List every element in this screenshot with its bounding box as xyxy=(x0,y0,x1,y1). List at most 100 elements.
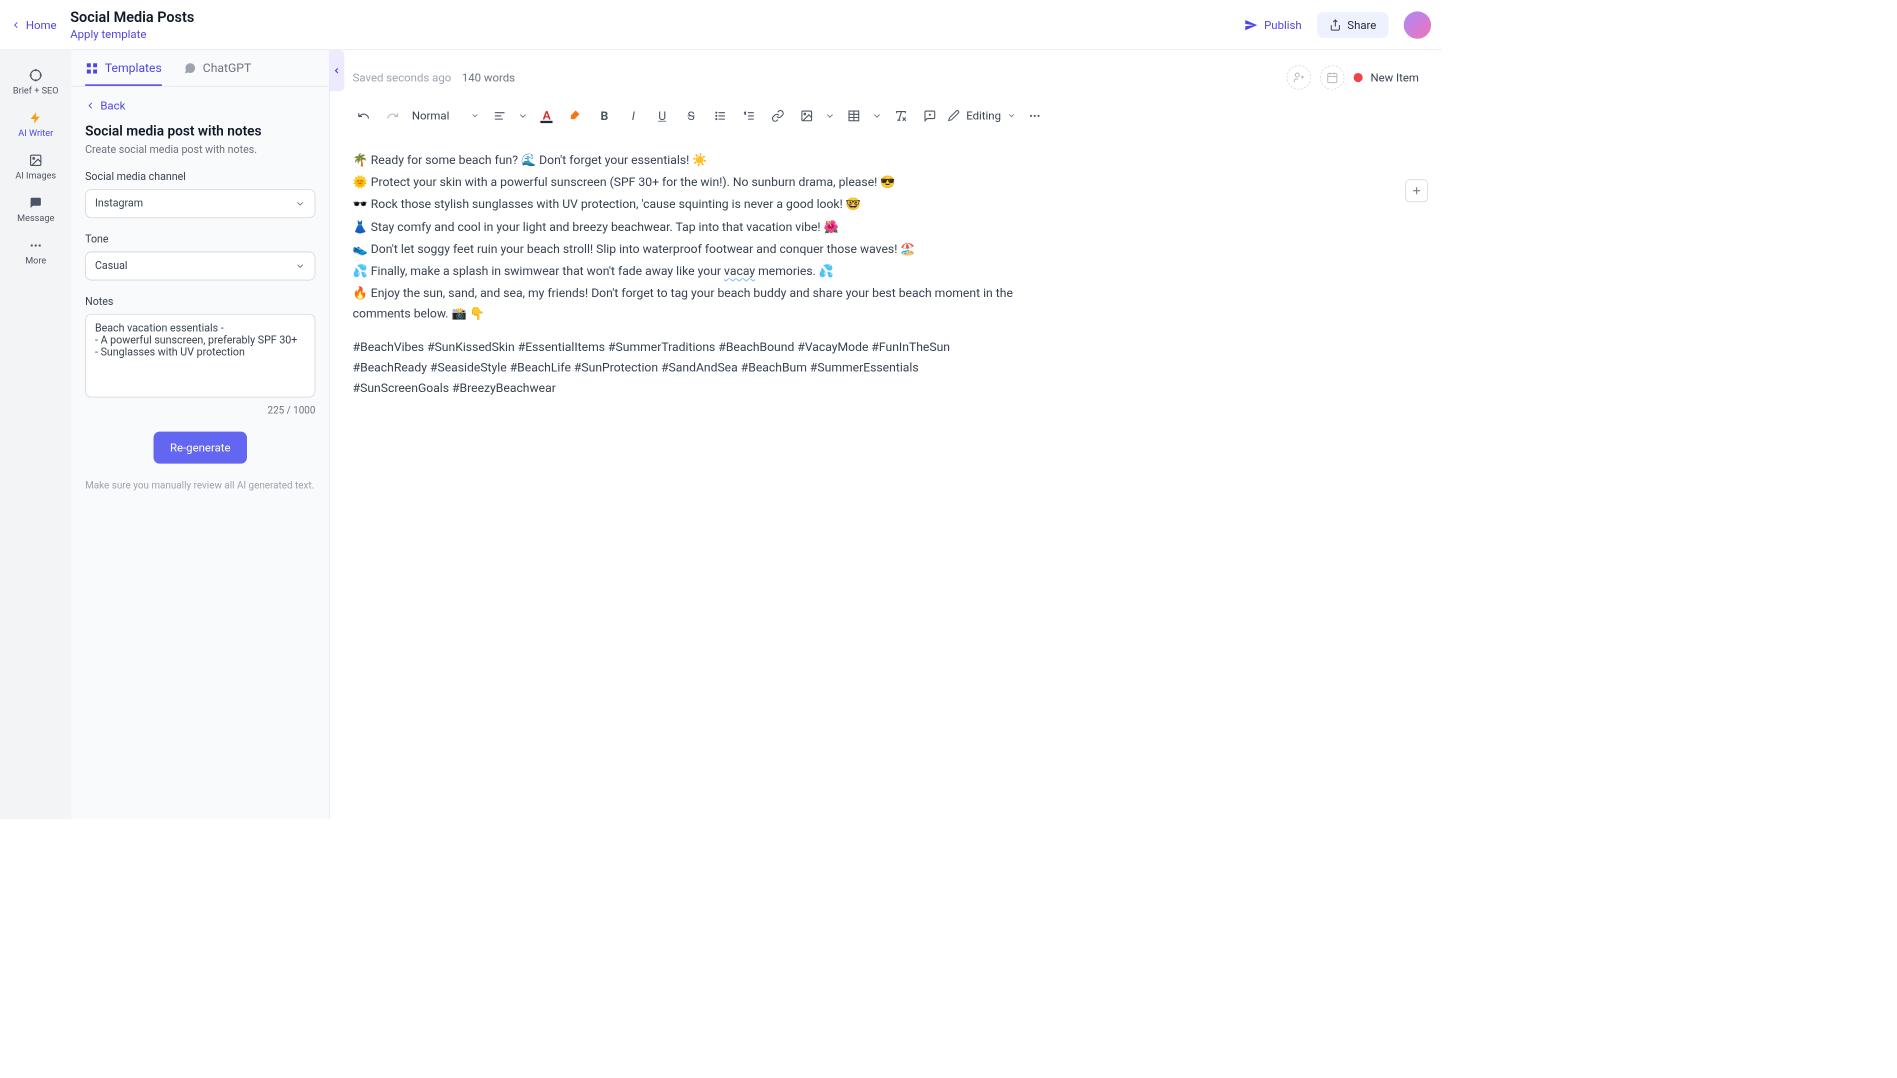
doc-line: 🕶️ Rock those stylish sunglasses with UV… xyxy=(353,194,1014,215)
clear-format-button[interactable] xyxy=(890,105,911,126)
undo-button[interactable] xyxy=(353,105,374,126)
rail-more[interactable]: More xyxy=(5,231,66,274)
tab-chatgpt[interactable]: ChatGPT xyxy=(183,61,251,86)
channel-select[interactable]: Instagram xyxy=(85,189,315,218)
comment-icon xyxy=(923,109,936,122)
share-button[interactable]: Share xyxy=(1317,12,1389,38)
image-icon xyxy=(800,109,813,122)
doc-line: 👟 Don't let soggy feet ruin your beach s… xyxy=(353,238,1014,259)
spellcheck-word[interactable]: vacay xyxy=(724,264,755,278)
redo-button[interactable] xyxy=(382,105,403,126)
notes-textarea[interactable] xyxy=(85,314,315,398)
bullet-list-icon xyxy=(713,109,726,122)
doc-line: 💦 Finally, make a splash in swimwear tha… xyxy=(353,261,1014,282)
chevron-down-icon xyxy=(471,111,480,120)
rail-label: Brief + SEO xyxy=(13,85,59,96)
share-icon xyxy=(1329,19,1341,31)
pencil-icon xyxy=(948,109,960,121)
publish-button[interactable]: Publish xyxy=(1244,18,1301,32)
panel-title: Social media post with notes xyxy=(85,123,315,139)
undo-icon xyxy=(357,109,370,122)
comment-button[interactable] xyxy=(919,105,940,126)
avatar[interactable] xyxy=(1404,11,1431,38)
rail-message[interactable]: Message xyxy=(5,188,66,231)
side-panel: Templates ChatGPT Back Social media post… xyxy=(71,50,329,819)
more-icon xyxy=(29,239,43,253)
home-label: Home xyxy=(26,18,57,32)
italic-icon: I xyxy=(632,108,635,122)
user-plus-icon xyxy=(1293,71,1305,83)
publish-label: Publish xyxy=(1264,18,1302,32)
bullet-list-button[interactable] xyxy=(709,105,730,126)
saved-text: Saved seconds ago xyxy=(353,71,452,85)
panel-desc: Create social media post with notes. xyxy=(85,144,315,156)
highlight-button[interactable] xyxy=(565,105,586,126)
apply-template-link[interactable]: Apply template xyxy=(70,27,194,41)
document-body[interactable]: 🌴 Ready for some beach fun? 🌊 Don't forg… xyxy=(330,135,1044,415)
link-icon xyxy=(771,109,784,122)
rail-brief-seo[interactable]: Brief + SEO xyxy=(5,61,66,104)
font-color-bar xyxy=(541,121,553,123)
topbar: Home Social Media Posts Apply template P… xyxy=(0,0,1442,50)
tab-label: Templates xyxy=(105,61,162,75)
numbered-list-button[interactable]: 1 xyxy=(738,105,759,126)
align-button[interactable] xyxy=(489,105,510,126)
numbered-list-icon: 1 xyxy=(742,109,755,122)
chevron-down-icon xyxy=(1007,111,1016,120)
add-people-ghost-button[interactable] xyxy=(1287,65,1311,89)
calendar-ghost-button[interactable] xyxy=(1320,65,1344,89)
editor-meta: Saved seconds ago 140 words New Item xyxy=(330,50,1442,97)
chatgpt-icon xyxy=(183,61,197,75)
chevron-down-icon xyxy=(872,109,883,122)
italic-button[interactable]: I xyxy=(623,105,644,126)
rail-ai-images[interactable]: AI Images xyxy=(5,146,66,189)
tone-select[interactable]: Casual xyxy=(85,252,315,281)
clear-format-icon xyxy=(894,109,907,122)
title-block: Social Media Posts Apply template xyxy=(70,8,194,41)
chevron-down-icon xyxy=(295,198,306,209)
rail-label: More xyxy=(25,255,46,266)
table-button[interactable] xyxy=(843,105,864,126)
home-link[interactable]: Home xyxy=(11,18,57,32)
chat-icon xyxy=(29,196,43,210)
left-rail: Brief + SEO AI Writer AI Images Message … xyxy=(0,50,71,819)
bold-button[interactable]: B xyxy=(594,105,615,126)
editing-mode-button[interactable]: Editing xyxy=(948,109,1016,123)
link-button[interactable] xyxy=(767,105,788,126)
chevron-left-icon xyxy=(11,19,22,30)
underline-icon: U xyxy=(658,108,666,122)
align-dropdown[interactable] xyxy=(518,105,529,126)
back-link[interactable]: Back xyxy=(85,99,315,113)
image-dropdown[interactable] xyxy=(825,105,836,126)
review-note: Make sure you manually review all AI gen… xyxy=(85,479,315,494)
rail-ai-writer[interactable]: AI Writer xyxy=(5,103,66,146)
doc-line: 🌴 Ready for some beach fun? 🌊 Don't forg… xyxy=(353,150,1014,171)
strike-button[interactable]: S xyxy=(680,105,701,126)
doc-line: 🌞 Protect your skin with a powerful suns… xyxy=(353,172,1014,193)
rail-label: Message xyxy=(17,213,54,224)
chevron-down-icon xyxy=(825,109,836,122)
chevron-left-icon xyxy=(85,100,96,111)
image-button[interactable] xyxy=(796,105,817,126)
style-value: Normal xyxy=(412,109,449,123)
add-comment-button[interactable] xyxy=(1405,179,1428,202)
more-toolbar-button[interactable] xyxy=(1024,105,1045,126)
new-item-label[interactable]: New Item xyxy=(1370,71,1418,85)
target-icon xyxy=(29,68,43,82)
page-title: Social Media Posts xyxy=(70,8,194,25)
notes-label: Notes xyxy=(85,296,315,308)
style-select[interactable]: Normal xyxy=(410,109,481,123)
underline-button[interactable]: U xyxy=(652,105,673,126)
tab-label: ChatGPT xyxy=(203,61,251,75)
strike-icon: S xyxy=(687,108,694,122)
templates-icon xyxy=(85,61,99,75)
align-left-icon xyxy=(493,109,506,122)
tab-templates[interactable]: Templates xyxy=(85,61,162,86)
font-color-button[interactable]: A xyxy=(536,105,557,126)
doc-line: 👗 Stay comfy and cool in your light and … xyxy=(353,216,1014,237)
table-dropdown[interactable] xyxy=(872,105,883,126)
regenerate-button[interactable]: Re-generate xyxy=(153,432,247,464)
status-dot xyxy=(1354,73,1363,82)
plus-icon xyxy=(1411,185,1423,197)
chevron-down-icon xyxy=(295,261,306,272)
